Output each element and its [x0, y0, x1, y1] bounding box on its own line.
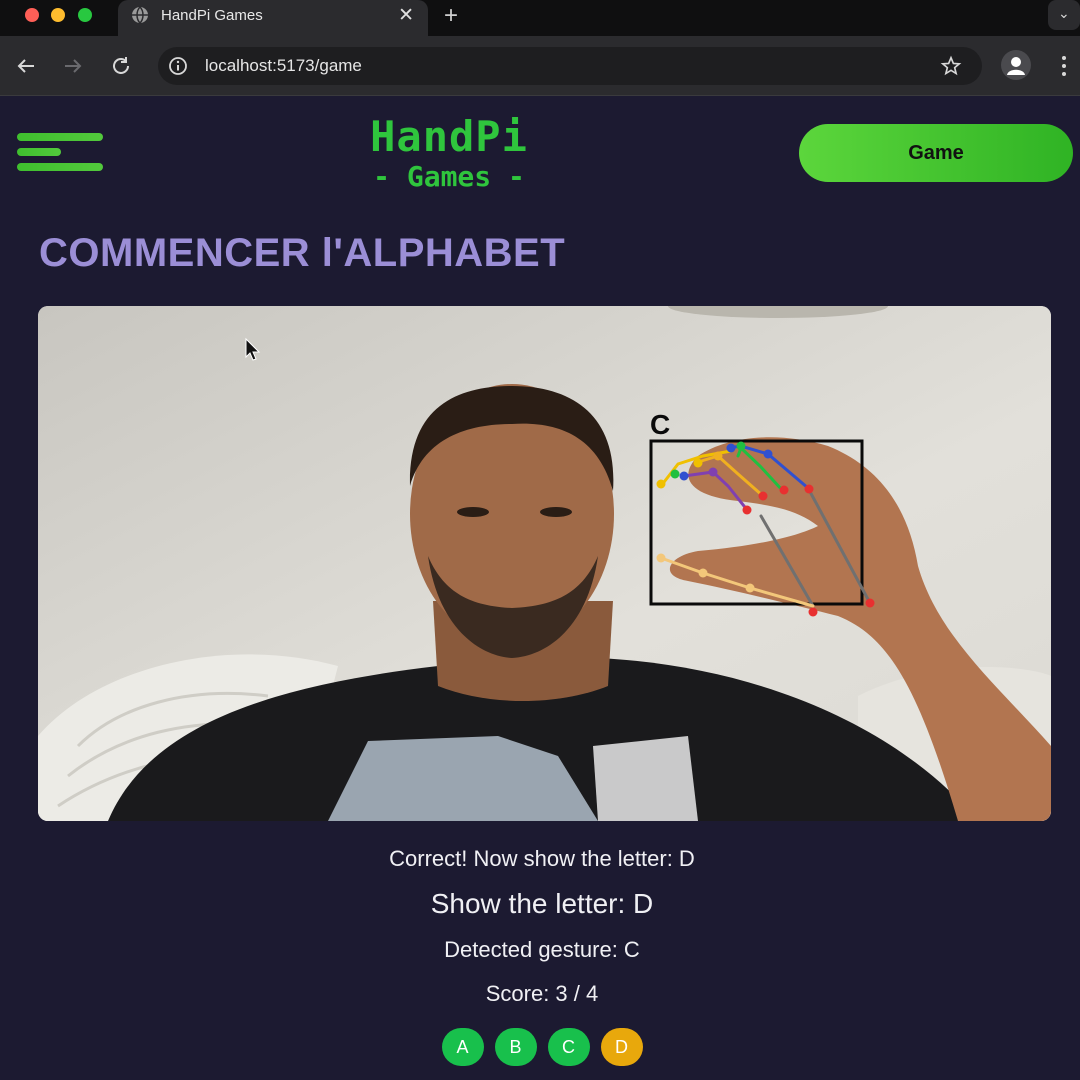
letter-badge-b: B — [494, 1028, 537, 1066]
minimize-window-button[interactable] — [51, 8, 65, 22]
reload-icon[interactable] — [109, 54, 133, 78]
tab-title: HandPi Games — [161, 7, 263, 24]
webcam-feed: C — [38, 306, 1051, 821]
address-bar[interactable]: localhost:5173/game — [158, 47, 982, 85]
chevron-down-icon: ⌄ — [1058, 5, 1070, 21]
browser-tab-strip: HandPi Games ✕ + ⌄ — [0, 0, 1080, 36]
maximize-window-button[interactable] — [78, 8, 92, 22]
browser-tab[interactable]: HandPi Games ✕ — [118, 0, 428, 36]
detected-gesture-text: Detected gesture: C — [444, 937, 640, 962]
url-text: localhost:5173/game — [205, 56, 362, 75]
game-page: HandPi - Games - Game COMMENCER l'ALPHAB… — [4, 96, 1080, 1080]
person-icon — [1007, 57, 1025, 75]
webcam-image: C — [38, 306, 1051, 821]
logo-subtitle: - Games - — [373, 160, 525, 193]
profile-avatar-icon[interactable] — [1001, 50, 1031, 80]
back-icon[interactable] — [14, 54, 38, 78]
tab-search-button[interactable]: ⌄ — [1048, 0, 1080, 30]
detected-box-label: C — [650, 409, 670, 440]
browser-toolbar: localhost:5173/game — [0, 36, 1080, 96]
forward-icon[interactable] — [61, 54, 85, 78]
feedback-message: Correct! Now show the letter: D — [389, 846, 695, 871]
handpi-logo[interactable]: HandPi - Games - — [334, 114, 564, 192]
logo-title: HandPi — [370, 112, 528, 161]
score-text: Score: 3 / 4 — [485, 981, 599, 1006]
letter-badge-a: A — [441, 1028, 484, 1066]
letter-badge-d: D — [600, 1028, 643, 1066]
game-button[interactable]: Game — [799, 124, 1073, 182]
site-info-icon[interactable] — [168, 56, 188, 76]
browser-menu-icon[interactable] — [1056, 54, 1072, 78]
hamburger-menu-icon[interactable] — [17, 133, 105, 173]
letter-progress: A B C D — [4, 1028, 1080, 1066]
globe-icon — [132, 6, 148, 24]
letter-badge-c: C — [547, 1028, 590, 1066]
close-window-button[interactable] — [25, 8, 39, 22]
target-letter-prompt: Show the letter: D — [430, 888, 654, 919]
page-title: COMMENCER l'ALPHABET — [39, 231, 566, 275]
close-tab-icon[interactable]: ✕ — [398, 4, 414, 27]
new-tab-button[interactable]: + — [444, 2, 458, 30]
bookmark-star-icon[interactable] — [940, 55, 962, 77]
